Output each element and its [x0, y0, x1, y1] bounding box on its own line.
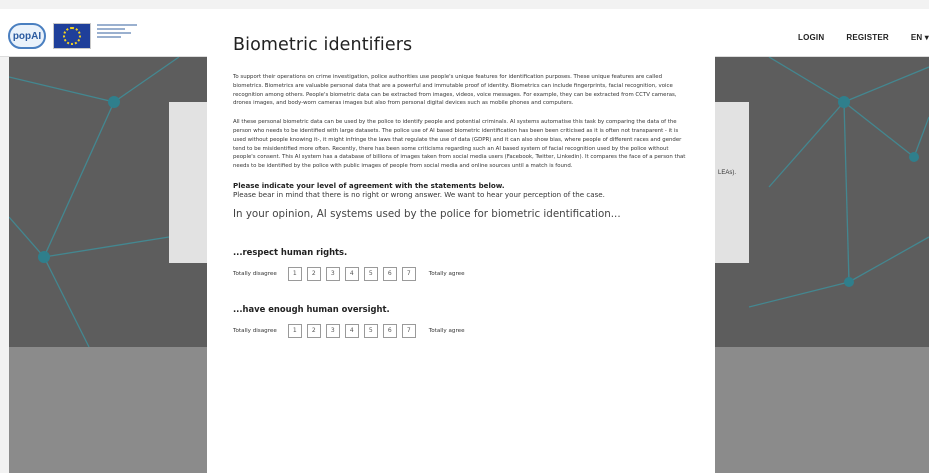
scale-option-6[interactable]: 6	[382, 266, 397, 281]
biometric-modal: Biometric identifiers To support their o…	[207, 9, 715, 473]
background-card-text: LEAs).	[718, 170, 737, 176]
scale-right-label: Totally agree	[428, 327, 465, 334]
register-link[interactable]: REGISTER	[846, 33, 889, 42]
login-link[interactable]: LOGIN	[798, 33, 824, 42]
likert-scale: Totally disagree 1 2 3 4 5 6 7 Totally a…	[233, 323, 689, 338]
scale-option-2[interactable]: 2	[306, 266, 321, 281]
scale-left-label: Totally disagree	[233, 270, 277, 277]
popai-logo[interactable]: popAI	[8, 23, 46, 49]
eu-flag-icon	[53, 23, 91, 49]
page-margin	[0, 57, 9, 473]
scale-option-6[interactable]: 6	[382, 323, 397, 338]
scale-option-1[interactable]: 1	[287, 266, 302, 281]
scale-option-3[interactable]: 3	[325, 323, 340, 338]
top-nav: LOGIN REGISTER EN ▾	[798, 33, 929, 42]
instruction-heading: Please indicate your level of agreement …	[233, 180, 505, 190]
scale-option-5[interactable]: 5	[363, 323, 378, 338]
likert-scale: Totally disagree 1 2 3 4 5 6 7 Totally a…	[233, 266, 689, 281]
scale-option-7[interactable]: 7	[401, 266, 416, 281]
scale-option-1[interactable]: 1	[287, 323, 302, 338]
scale-option-5[interactable]: 5	[363, 266, 378, 281]
instruction-subtext: Please bear in mind that there is no rig…	[233, 189, 605, 199]
scale-option-2[interactable]: 2	[306, 323, 321, 338]
intro-paragraph-2: All these personal biometric data can be…	[233, 119, 686, 170]
intro-paragraph-1: To support their operations on crime inv…	[233, 74, 677, 107]
scale-right-label: Totally agree	[428, 270, 465, 277]
scale-option-7[interactable]: 7	[401, 323, 416, 338]
scale-option-4[interactable]: 4	[344, 266, 359, 281]
likert-item-title: ...have enough human oversight.	[233, 303, 390, 314]
likert-item: ...have enough human oversight. Totally …	[233, 304, 689, 338]
modal-title: Biometric identifiers	[233, 35, 413, 55]
likert-item: ...respect human rights. Totally disagre…	[233, 247, 689, 281]
scale-left-label: Totally disagree	[233, 327, 277, 334]
scale-option-3[interactable]: 3	[325, 266, 340, 281]
question-lead: In your opinion, AI systems used by the …	[233, 207, 621, 220]
eu-funding-text	[97, 24, 137, 48]
likert-item-title: ...respect human rights.	[233, 246, 348, 257]
language-selector[interactable]: EN ▾	[911, 33, 929, 42]
scale-option-4[interactable]: 4	[344, 323, 359, 338]
